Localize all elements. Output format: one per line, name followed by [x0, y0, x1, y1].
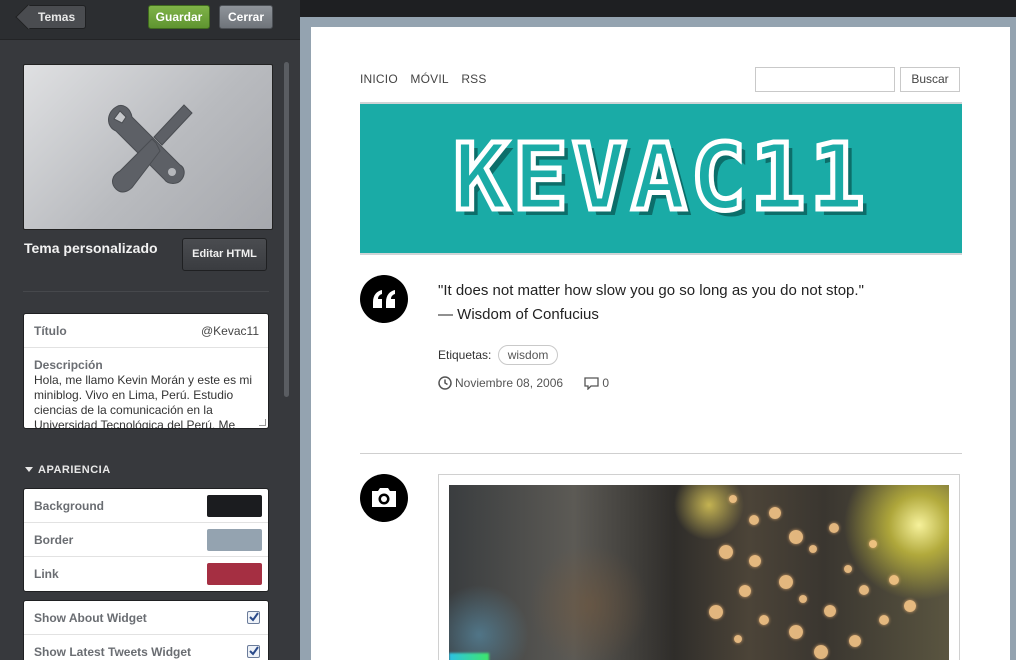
nav-link-inicio[interactable]: INICIO [360, 72, 398, 86]
title-row[interactable]: Título @Kevac11 [24, 314, 268, 348]
bokeh-light [709, 605, 723, 619]
post-photo[interactable] [449, 485, 949, 660]
bokeh-light [779, 575, 793, 589]
photo-frame [438, 474, 960, 660]
theme-name: Tema personalizado [24, 240, 158, 256]
tools-icon [108, 104, 193, 193]
bokeh-light [789, 530, 803, 544]
option-row-tweets-widget[interactable]: Show Latest Tweets Widget [24, 635, 268, 660]
bokeh-light [824, 605, 836, 617]
bokeh-light [789, 625, 803, 639]
bokeh-light [849, 635, 861, 647]
option-label-tweets-widget: Show Latest Tweets Widget [34, 645, 192, 659]
comment-count: 0 [602, 376, 610, 390]
bokeh-light [739, 585, 751, 597]
bokeh-light [859, 585, 869, 595]
back-to-themes-button[interactable]: Temas [28, 5, 86, 29]
bokeh-light [869, 540, 877, 548]
close-button[interactable]: Cerrar [219, 5, 273, 29]
color-label-border: Border [34, 533, 74, 547]
search-input[interactable] [755, 67, 895, 92]
divider [23, 291, 269, 292]
theme-editor-panel: Temas Guardar Cerrar Tema personalizado … [0, 0, 300, 660]
edit-html-button[interactable]: Editar HTML [182, 238, 267, 271]
bokeh-light [809, 545, 817, 553]
bokeh-light [749, 515, 759, 525]
color-row-link[interactable]: Link [24, 557, 268, 591]
bokeh-light [734, 635, 742, 643]
quote-icon [373, 290, 395, 308]
appearance-section-toggle[interactable]: APARIENCIA [25, 464, 111, 476]
title-label: Título [34, 324, 67, 338]
checkmark-icon [249, 646, 259, 656]
bokeh-light [799, 595, 807, 603]
bokeh-light [759, 615, 769, 625]
border-color-swatch[interactable] [207, 529, 262, 551]
post-tags: Etiquetas: wisdom [438, 345, 559, 365]
about-widget-checkbox[interactable] [247, 611, 260, 624]
option-label-about-widget: Show About Widget [34, 611, 147, 625]
back-button-label: Temas [38, 10, 76, 24]
comment-icon [584, 377, 600, 391]
blog-info-card: Título @Kevac11 Descripción Hola, me lla… [23, 313, 269, 429]
collapse-triangle-icon [25, 467, 33, 472]
post-meta: Noviembre 08, 2006 0 [438, 376, 610, 391]
description-label: Descripción [34, 358, 103, 372]
color-label-background: Background [34, 499, 105, 513]
bokeh-light [829, 523, 839, 533]
preview-top-bar [300, 0, 1016, 17]
link-color-swatch[interactable] [207, 563, 262, 585]
blog-nav: INICIO MÓVIL RSS [360, 72, 496, 86]
neon-sign [449, 653, 489, 660]
bokeh-light [769, 507, 781, 519]
description-textarea[interactable]: Hola, me llamo Kevin Morán y este es mi … [34, 373, 262, 428]
camera-icon [372, 488, 396, 507]
blog-title-logo: KEVAC11 [451, 124, 869, 231]
bokeh-light [814, 645, 828, 659]
bokeh-light [904, 600, 916, 612]
comments-link[interactable]: 0 [584, 376, 610, 391]
editor-toolbar: Temas Guardar Cerrar [0, 0, 300, 40]
bokeh-light [879, 615, 889, 625]
quote-content: "It does not matter how slow you go so l… [438, 279, 864, 327]
tags-label: Etiquetas: [438, 348, 492, 362]
bokeh-light [844, 565, 852, 573]
bokeh-light [749, 555, 761, 567]
bokeh-light [889, 575, 899, 585]
post-divider [360, 453, 962, 454]
background-color-swatch[interactable] [207, 495, 262, 517]
blog-preview: INICIO MÓVIL RSS Buscar KEVAC11 "It does… [311, 27, 1010, 660]
resize-handle-icon[interactable] [259, 419, 266, 426]
color-row-border[interactable]: Border [24, 523, 268, 557]
checkmark-icon [249, 612, 259, 622]
color-row-background[interactable]: Background [24, 489, 268, 523]
clock-icon [438, 376, 452, 390]
photo-post-icon[interactable] [360, 474, 408, 522]
title-field[interactable]: @Kevac11 [201, 324, 259, 338]
quote-source: — Wisdom of Confucius [438, 306, 599, 323]
blog-header-banner[interactable]: KEVAC11 [360, 102, 962, 255]
appearance-heading: APARIENCIA [38, 464, 111, 476]
option-row-about-widget[interactable]: Show About Widget [24, 601, 268, 635]
bokeh-light [729, 495, 737, 503]
bokeh-light [719, 545, 733, 559]
quote-text: "It does not matter how slow you go so l… [438, 282, 864, 299]
tag-wisdom[interactable]: wisdom [497, 345, 559, 365]
save-button[interactable]: Guardar [148, 5, 210, 29]
theme-thumbnail [23, 64, 273, 230]
nav-link-movil[interactable]: MÓVIL [410, 72, 448, 86]
description-row[interactable]: Descripción Hola, me llamo Kevin Morán y… [24, 348, 268, 428]
post-date[interactable]: Noviembre 08, 2006 [455, 376, 563, 390]
search-button[interactable]: Buscar [900, 67, 960, 92]
options-card: Show About Widget Show Latest Tweets Wid… [23, 600, 269, 660]
nav-link-rss[interactable]: RSS [461, 72, 486, 86]
colors-card: Background Border Link [23, 488, 269, 592]
color-label-link: Link [34, 567, 59, 581]
editor-scrollbar[interactable] [284, 62, 289, 397]
quote-post-icon[interactable] [360, 275, 408, 323]
tweets-widget-checkbox[interactable] [247, 645, 260, 658]
